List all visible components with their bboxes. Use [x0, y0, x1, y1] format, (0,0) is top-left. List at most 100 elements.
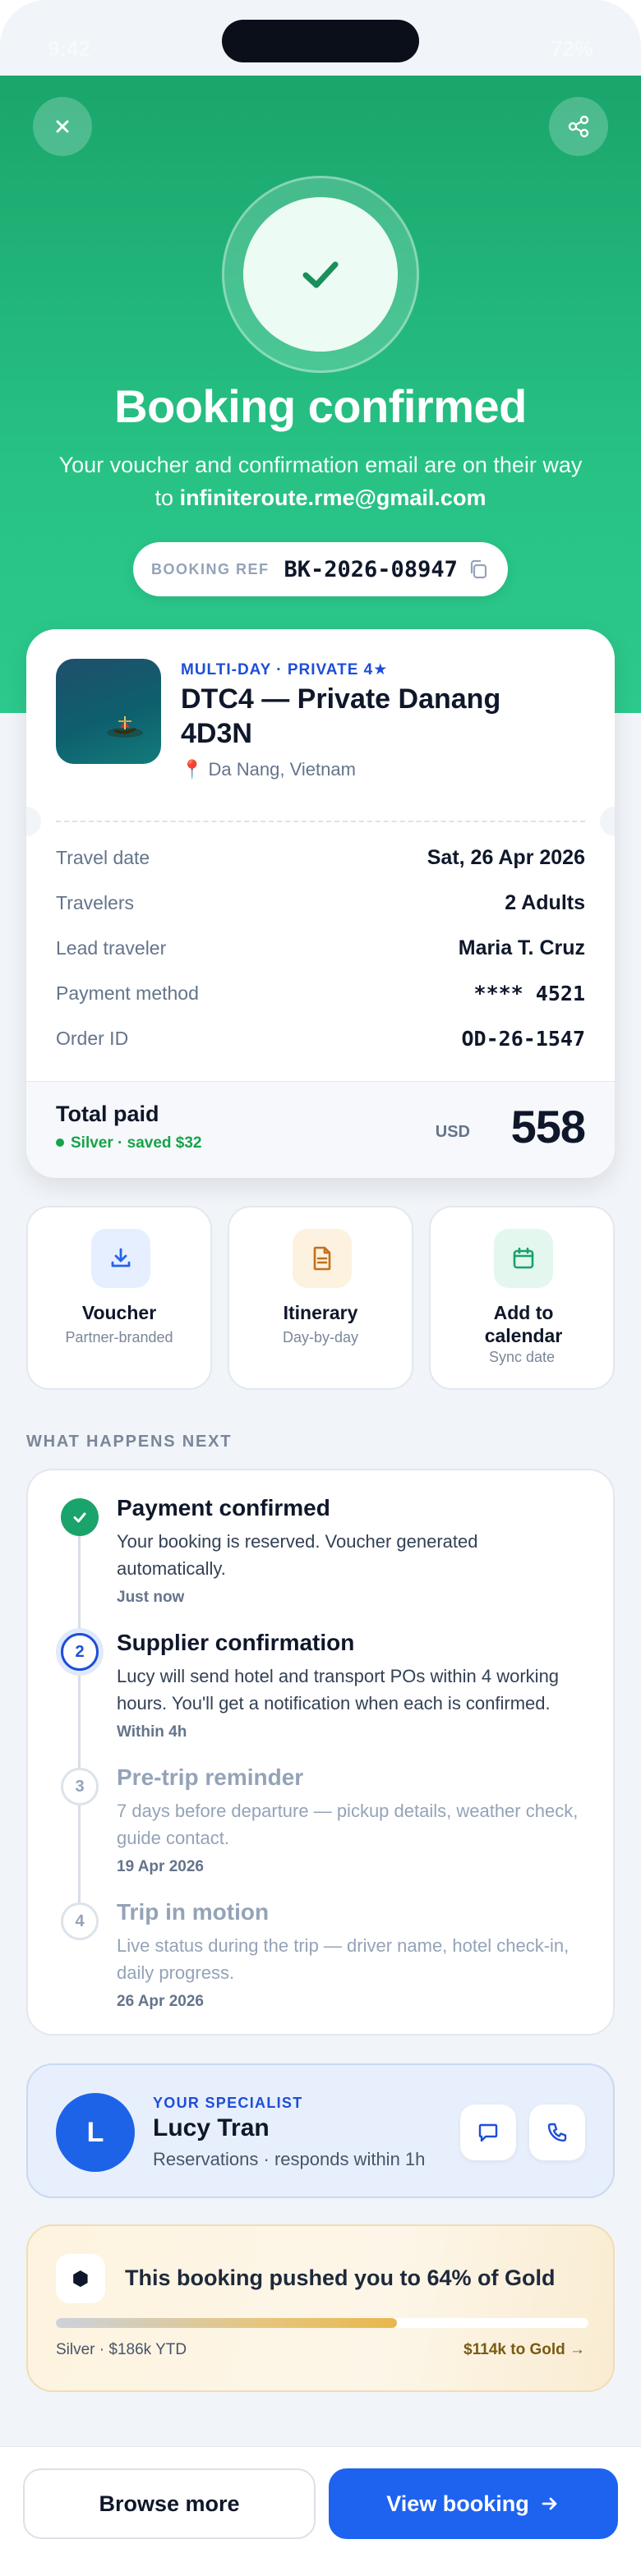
ticket-notch-left: [26, 807, 41, 836]
voucher-action[interactable]: Voucher Partner-branded: [26, 1206, 212, 1390]
page-title: Booking confirmed: [114, 380, 527, 432]
section-label: WHAT HAPPENS NEXT: [26, 1433, 233, 1451]
tier-dot-icon: [56, 1138, 64, 1147]
timeline-connector: [78, 1664, 81, 1779]
loyalty-progress-fill: [56, 2318, 397, 2328]
ticket-divider: [56, 821, 585, 822]
close-icon: [56, 120, 69, 133]
download-icon: [91, 1229, 150, 1288]
detail-value: 2 Adults: [505, 890, 585, 914]
step-title: Trip in motion: [117, 1899, 270, 1925]
step-time: 19 Apr 2026: [117, 1858, 204, 1875]
step-description: Your booking is reserved. Voucher genera…: [117, 1531, 478, 1579]
step-title: Payment confirmed: [117, 1495, 330, 1520]
specialist-meta: Reservations · responds within 1h: [153, 2149, 426, 2169]
detail-label: Travel date: [56, 846, 150, 868]
step-pending-node: 4: [61, 1902, 99, 1940]
step-time: 26 Apr 2026: [117, 1993, 204, 2010]
specialist-tag: YOUR SPECIALIST: [153, 2095, 303, 2111]
copy-icon[interactable]: [467, 558, 490, 581]
document-icon: [293, 1229, 352, 1288]
detail-label: Travelers: [56, 891, 134, 913]
status-time: 9:42: [48, 36, 91, 61]
voucher-subtitle: Partner-branded: [65, 1329, 173, 1346]
detail-value: OD-26-1547: [461, 1026, 585, 1051]
specialist-card[interactable]: L YOUR SPECIALIST Lucy Tran Reservations…: [26, 2063, 615, 2198]
hexagon-icon: ⬢: [56, 2254, 105, 2303]
step-time: Within 4h: [117, 1723, 187, 1741]
trip-location-text: Da Nang, Vietnam: [208, 759, 356, 780]
check-icon: [73, 1512, 86, 1523]
trip-thumbnail: [56, 659, 161, 764]
share-button[interactable]: [549, 97, 608, 156]
booking-ref-pill[interactable]: BOOKING REF BK-2026-08947: [133, 542, 508, 596]
detail-row-order-id: Order ID OD-26-1547: [56, 1022, 585, 1055]
phone-screen: 9:42 72% Booking confirmed Your voucher …: [0, 0, 641, 2576]
step-title: Supplier confirmation: [117, 1630, 355, 1655]
close-button[interactable]: [33, 97, 92, 156]
detail-label: Lead traveler: [56, 936, 167, 959]
specialist-name: Lucy Tran: [153, 2114, 270, 2141]
detail-label: Order ID: [56, 1027, 129, 1049]
browse-more-button[interactable]: Browse more: [23, 2468, 316, 2539]
trip-tag: MULTI-DAY · PRIVATE 4★: [181, 661, 389, 678]
step-done-node: [61, 1498, 99, 1536]
detail-row-travel-date: Travel date Sat, 26 Apr 2026: [56, 841, 585, 874]
booking-ref-label: BOOKING REF: [151, 560, 270, 577]
itinerary-subtitle: Day-by-day: [282, 1329, 359, 1346]
add-to-calendar-title: Add to calendar: [484, 1302, 563, 1346]
detail-value: Sat, 26 Apr 2026: [427, 845, 585, 869]
total-label: Total paid: [56, 1102, 159, 1126]
detail-row-travelers: Travelers 2 Adults: [56, 886, 585, 919]
email-address: infiniteroute.rme@gmail.com: [179, 485, 487, 510]
itinerary-title: Itinerary: [283, 1302, 358, 1323]
next-steps-timeline: Payment confirmed Your booking is reserv…: [26, 1469, 615, 2036]
step-pending-node: 3: [61, 1768, 99, 1806]
tier-savings-text: Silver · saved $32: [71, 1134, 202, 1152]
detail-value: Maria T. Cruz: [458, 936, 585, 959]
location-pin-icon: 📍: [181, 759, 204, 780]
view-booking-label: View booking: [386, 2491, 529, 2516]
loyalty-progress-bar: [56, 2318, 588, 2328]
trip-title: DTC4 — Private Danang 4D3N: [181, 683, 501, 749]
chat-icon: [478, 2123, 498, 2142]
tier-savings: Silver · saved $32: [56, 1134, 202, 1152]
total-currency: USD: [435, 1123, 470, 1141]
confirmation-subtitle: Your voucher and confirmation email are …: [49, 448, 592, 514]
bottom-action-bar: Browse more View booking: [0, 2446, 641, 2576]
detail-row-payment-method: Payment method **** 4521: [56, 977, 585, 1010]
total-paid-section: Total paid Silver · saved $32 USD 558: [26, 1081, 615, 1178]
step-time: Just now: [117, 1589, 185, 1606]
add-to-calendar-subtitle: Sync date: [488, 1349, 556, 1365]
itinerary-action[interactable]: Itinerary Day-by-day: [228, 1206, 413, 1390]
detail-value: **** 4521: [473, 981, 585, 1005]
message-button[interactable]: [460, 2104, 516, 2160]
total-amount: 558: [510, 1101, 586, 1152]
add-to-calendar-action[interactable]: Add to calendar Sync date: [429, 1206, 615, 1390]
trip-location: 📍 Da Nang, Vietnam: [181, 759, 356, 780]
booking-summary-card[interactable]: MULTI-DAY · PRIVATE 4★ DTC4 — Private Da…: [26, 629, 615, 1178]
arrow-right-icon: [542, 2497, 557, 2510]
call-button[interactable]: [529, 2104, 585, 2160]
loyalty-to-next-tier-link[interactable]: $114k to Gold →: [463, 2341, 585, 2359]
voucher-title: Voucher: [81, 1302, 157, 1323]
timeline-connector: [78, 1528, 81, 1643]
success-badge: [222, 176, 419, 373]
loyalty-current-tier: Silver · $186k YTD: [56, 2341, 187, 2358]
phone-icon: [547, 2123, 567, 2142]
calendar-icon: [494, 1229, 553, 1288]
ticket-notch-right: [600, 807, 615, 836]
status-battery: 72%: [550, 36, 593, 61]
step-title: Pre-trip reminder: [117, 1764, 304, 1790]
share-icon: [568, 115, 589, 138]
detail-row-lead-traveler: Lead traveler Maria T. Cruz: [56, 932, 585, 964]
loyalty-message: This booking pushed you to 64% of Gold: [125, 2266, 556, 2290]
avatar: L: [56, 2093, 135, 2172]
check-icon: [302, 261, 339, 288]
step-description: Lucy will send hotel and transport POs w…: [117, 1666, 560, 1714]
detail-label: Payment method: [56, 982, 199, 1004]
timeline-connector: [78, 1799, 81, 1914]
step-description: Live status during the trip — driver nam…: [117, 1935, 570, 1983]
loyalty-progress-card[interactable]: ⬢ This booking pushed you to 64% of Gold…: [26, 2224, 615, 2392]
view-booking-button[interactable]: View booking: [329, 2468, 618, 2539]
